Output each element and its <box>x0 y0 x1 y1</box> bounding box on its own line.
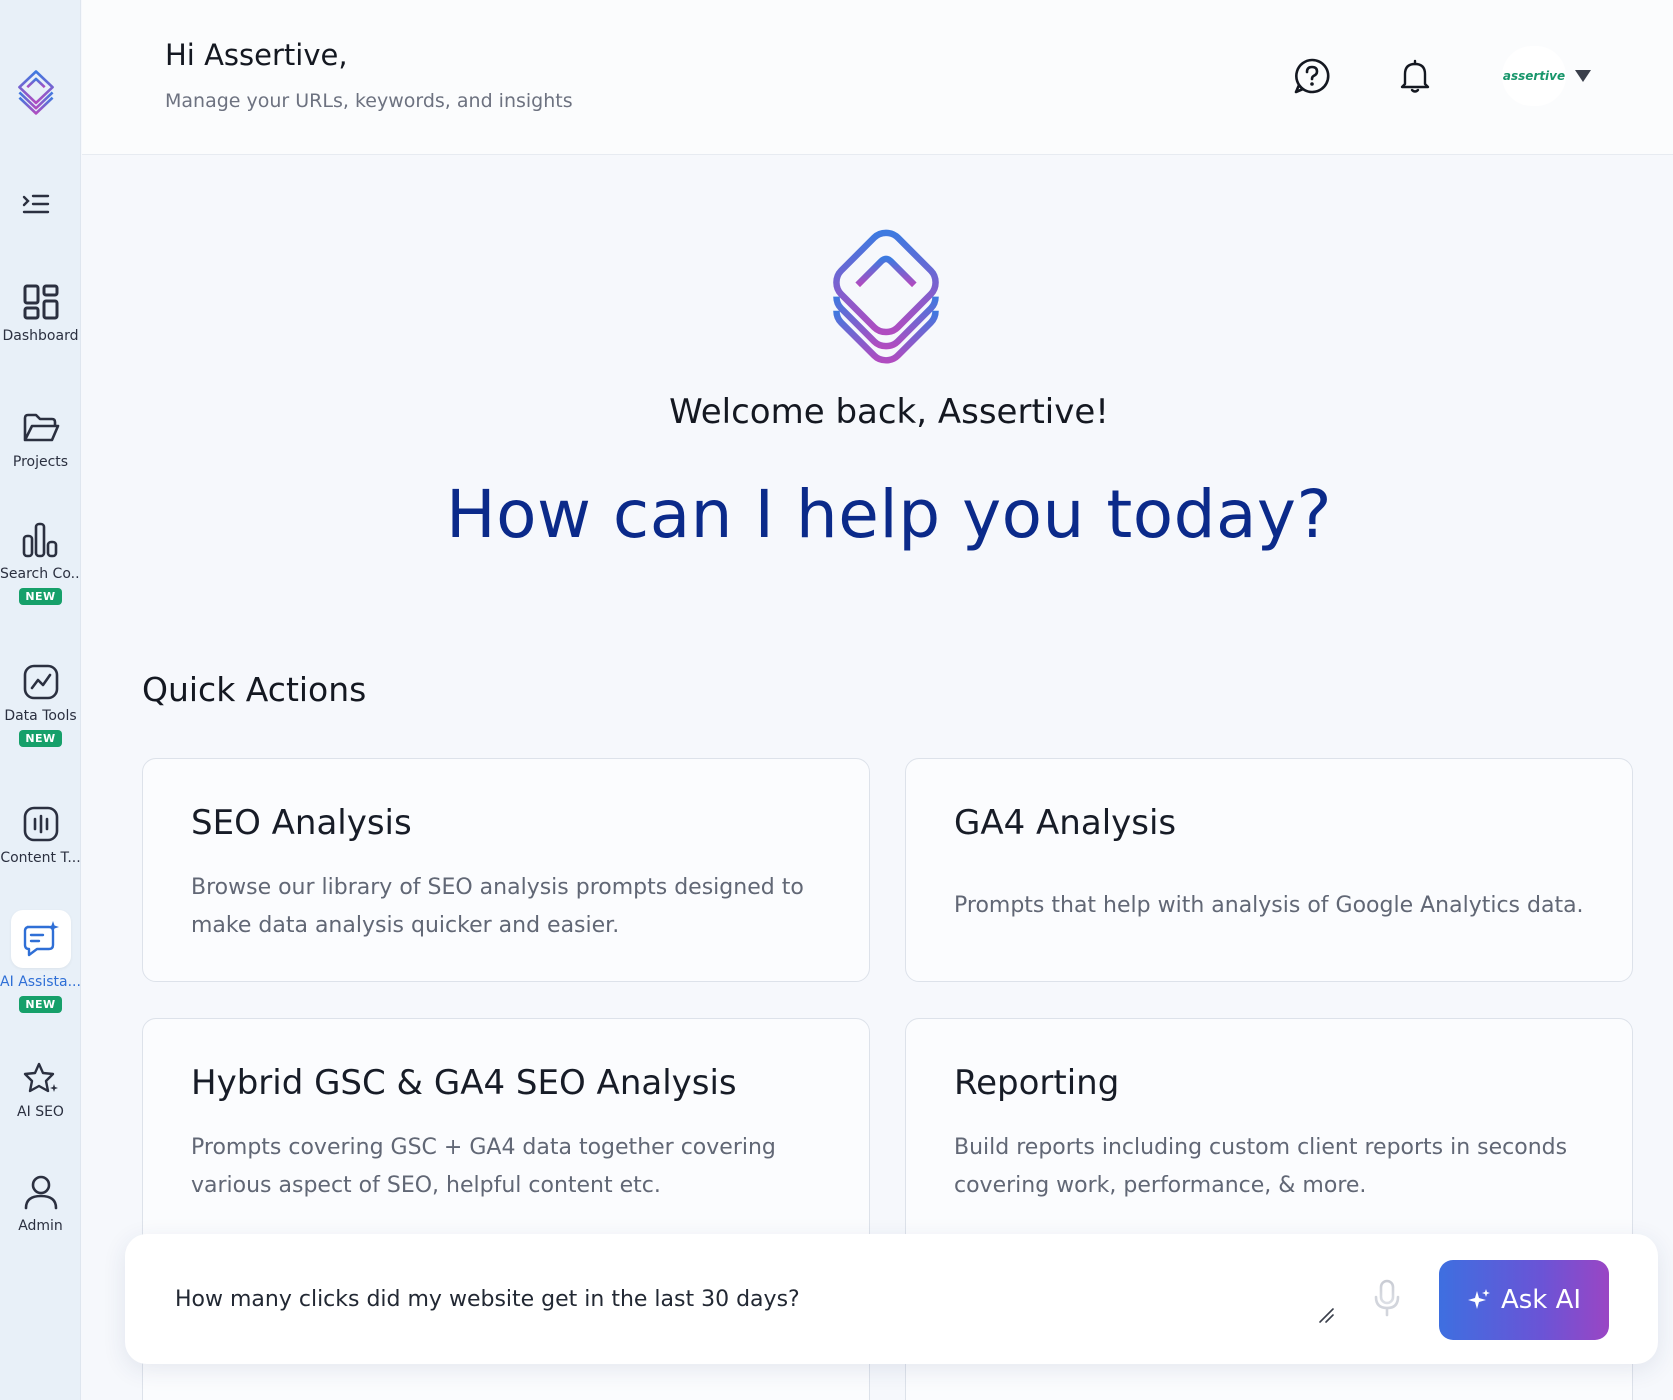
new-badge: NEW <box>19 730 62 747</box>
sidebar-item-dashboard[interactable]: Dashboard <box>0 282 81 344</box>
card-description: Prompts covering GSC + GA4 data together… <box>191 1135 776 1198</box>
card-title: Reporting <box>954 1063 1120 1103</box>
chat-sparkle-icon <box>23 921 59 957</box>
card-description: Browse our library of SEO analysis promp… <box>191 875 804 938</box>
sidebar-item-label: Projects <box>12 454 69 470</box>
chevron-down-icon <box>1575 70 1591 82</box>
microphone-icon[interactable] <box>1373 1278 1401 1318</box>
waveform-icon <box>23 806 58 842</box>
brand-logo-icon <box>833 229 939 364</box>
sidebar-item-label: Content T... <box>0 850 81 866</box>
profile-menu[interactable]: assertive <box>1502 46 1622 106</box>
sidebar-toggle-icon[interactable] <box>20 188 52 220</box>
quick-action-card-ga4-analysis[interactable]: GA4 Analysis Prompts that help with anal… <box>905 758 1633 982</box>
sidebar-item-ai-seo[interactable]: AI SEO <box>0 1058 81 1120</box>
main-content: Welcome back, Assertive! How can I help … <box>82 156 1673 1400</box>
notification-bell-icon[interactable] <box>1395 56 1435 96</box>
line-chart-icon <box>23 664 58 700</box>
dashboard-grid-icon <box>23 284 58 320</box>
card-description: Build reports including custom client re… <box>954 1135 1568 1198</box>
help-icon[interactable] <box>1292 56 1332 96</box>
folder-icon <box>23 413 59 442</box>
sidebar-item-ai-assistant[interactable]: AI Assista... NEW <box>0 910 81 1013</box>
resize-handle-icon[interactable] <box>1317 1306 1335 1324</box>
active-item-highlight <box>10 910 71 968</box>
page-headline: How can I help you today? <box>445 476 1333 553</box>
top-header: Hi Assertive, Manage your URLs, keywords… <box>82 0 1673 155</box>
sidebar-item-admin[interactable]: Admin <box>0 1172 81 1234</box>
sidebar-item-label: Data Tools <box>4 708 77 724</box>
sidebar-item-label: AI Assista... <box>0 974 81 990</box>
sidebar-item-label: Dashboard <box>2 328 79 344</box>
welcome-message: Welcome back, Assertive! <box>669 392 1109 432</box>
greeting-title: Hi Assertive, <box>165 38 348 72</box>
new-badge: NEW <box>19 588 62 605</box>
card-title: SEO Analysis <box>191 803 412 843</box>
ask-ai-button[interactable]: Ask AI <box>1439 1260 1609 1340</box>
ask-ai-button-label: Ask AI <box>1500 1285 1582 1315</box>
sidebar-item-label: Search Co... <box>0 566 81 582</box>
sidebar-item-data-tools[interactable]: Data Tools NEW <box>0 662 81 747</box>
ask-ai-bar: Ask AI <box>125 1234 1658 1364</box>
ask-ai-input[interactable] <box>175 1274 1275 1324</box>
sidebar-item-content-tools[interactable]: Content T... <box>0 804 81 866</box>
quick-action-card-seo-analysis[interactable]: SEO Analysis Browse our library of SEO a… <box>142 758 870 982</box>
sidebar-item-projects[interactable]: Projects <box>0 408 81 470</box>
new-badge: NEW <box>19 996 62 1013</box>
sidebar: Dashboard Projects Search Co... NEW Data… <box>0 0 81 1400</box>
bar-chart-icon <box>22 522 57 558</box>
brand-logo-icon[interactable] <box>14 68 58 116</box>
sidebar-item-label: AI SEO <box>17 1104 64 1120</box>
user-icon <box>24 1175 57 1210</box>
card-title: GA4 Analysis <box>954 803 1177 843</box>
quick-actions-heading: Quick Actions <box>142 670 367 709</box>
sidebar-item-label: Admin <box>18 1218 63 1234</box>
sidebar-item-search-console[interactable]: Search Co... NEW <box>0 520 81 605</box>
card-description: Prompts that help with analysis of Googl… <box>954 893 1584 918</box>
card-title: Hybrid GSC & GA4 SEO Analysis <box>191 1063 737 1103</box>
sparkle-icon <box>1467 1289 1490 1309</box>
greeting-subtitle: Manage your URLs, keywords, and insights <box>165 90 573 112</box>
star-sparkle-icon <box>23 1062 58 1093</box>
avatar: assertive <box>1502 46 1566 106</box>
